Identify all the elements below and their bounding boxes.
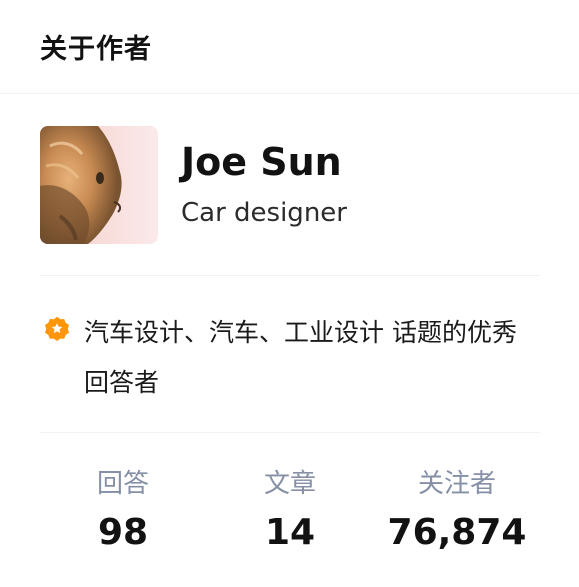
divider — [40, 432, 540, 433]
cat-photo-icon — [40, 126, 158, 244]
stat-answers[interactable]: 回答 98 — [40, 462, 206, 562]
about-author-card: 关于作者 Joe Sun Car designer 汽车设计、汽车、工业设计 话… — [0, 0, 579, 587]
achievement-text[interactable]: 汽车设计、汽车、工业设计 话题的优秀回答者 — [84, 308, 540, 408]
stat-value: 76,874 — [387, 512, 527, 553]
stat-followers[interactable]: 关注者 76,874 — [374, 462, 540, 562]
stat-label: 关注者 — [417, 469, 496, 499]
stats-row: 回答 98 文章 14 关注者 76,874 — [40, 462, 540, 562]
card-header: 关于作者 — [0, 0, 579, 94]
achievement-row: 汽车设计、汽车、工业设计 话题的优秀回答者 — [40, 308, 540, 408]
star-badge-icon — [45, 316, 69, 341]
avatar[interactable] — [40, 126, 158, 244]
author-name[interactable]: Joe Sun — [181, 139, 347, 185]
card-title: 关于作者 — [40, 34, 152, 65]
divider — [40, 275, 540, 276]
author-headline: Car designer — [181, 198, 347, 228]
stat-value: 98 — [97, 512, 149, 553]
stat-value: 14 — [264, 512, 316, 553]
author-info: Joe Sun Car designer — [181, 139, 347, 231]
stat-label: 回答 — [96, 469, 149, 499]
stat-label: 文章 — [263, 469, 316, 499]
stat-articles[interactable]: 文章 14 — [207, 462, 373, 562]
author-row: Joe Sun Car designer — [40, 126, 540, 244]
